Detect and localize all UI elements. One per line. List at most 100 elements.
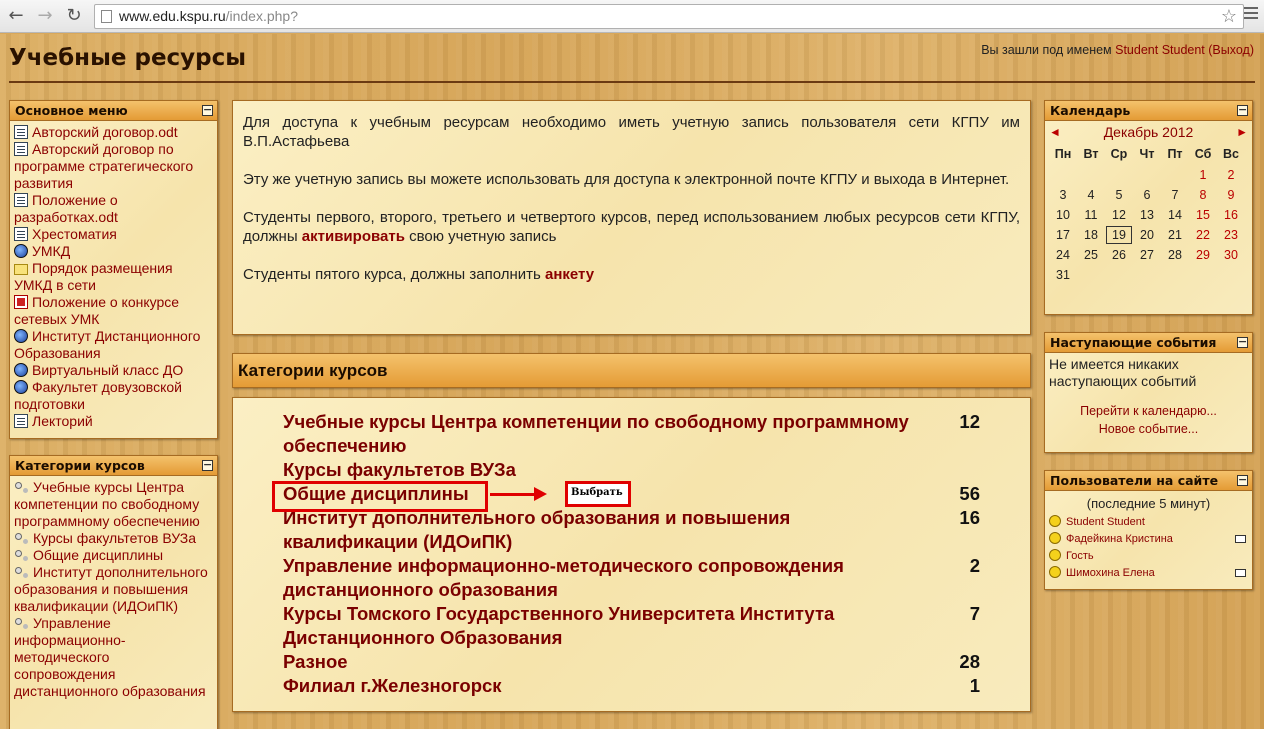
side-category-item[interactable]: Общие дисциплины: [14, 547, 213, 564]
back-arrow-icon[interactable]: ←: [4, 5, 28, 27]
category-link[interactable]: Управление информационно-методического с…: [283, 554, 950, 602]
calendar-month[interactable]: Декабрь 2012: [1104, 124, 1194, 140]
calendar-day[interactable]: 8: [1189, 185, 1217, 205]
calendar-day[interactable]: 15: [1189, 205, 1217, 225]
calendar-day[interactable]: 17: [1049, 225, 1077, 245]
main-menu-item[interactable]: Положение о разработках.odt: [14, 192, 213, 226]
calendar-day[interactable]: 26: [1105, 245, 1133, 265]
goto-calendar-link[interactable]: Перейти к календарю...: [1080, 404, 1217, 418]
category-link[interactable]: Курсы факультетов ВУЗа: [283, 458, 950, 482]
calendar-day[interactable]: 12: [1105, 205, 1133, 225]
message-icon[interactable]: [1235, 569, 1246, 577]
message-icon[interactable]: [1235, 535, 1246, 543]
calendar-day[interactable]: 24: [1049, 245, 1077, 265]
side-category-item[interactable]: Курсы факультетов ВУЗа: [14, 530, 213, 547]
calendar-day[interactable]: 23: [1217, 225, 1245, 245]
user-avatar-icon: [1049, 566, 1061, 578]
calendar-day[interactable]: 20: [1133, 225, 1161, 245]
side-category-item[interactable]: Учебные курсы Центра компетенции по своб…: [14, 479, 213, 530]
main-menu-link[interactable]: Авторский договор.odt: [32, 124, 178, 140]
calendar-day[interactable]: 10: [1049, 205, 1077, 225]
collapse-icon[interactable]: −: [1237, 104, 1248, 116]
category-link[interactable]: Институт дополнительного образования и п…: [283, 506, 950, 554]
logout-link[interactable]: Выход: [1212, 43, 1249, 57]
collapse-icon[interactable]: −: [202, 104, 213, 116]
category-link[interactable]: Учебные курсы Центра компетенции по своб…: [283, 410, 950, 458]
main-menu-item[interactable]: УМКД: [14, 243, 213, 260]
main-menu-link[interactable]: Положение о конкурсе сетевых УМК: [14, 294, 179, 327]
main-menu-link[interactable]: Лекторий: [32, 413, 93, 429]
main-menu-link[interactable]: Порядок размещения УМКД в сети: [14, 260, 173, 293]
calendar-day[interactable]: 19: [1105, 225, 1133, 245]
main-menu-item[interactable]: Положение о конкурсе сетевых УМК: [14, 294, 213, 328]
main-menu-item[interactable]: Порядок размещения УМКД в сети: [14, 260, 213, 294]
address-bar[interactable]: www.edu.kspu.ru/index.php? ☆: [94, 4, 1244, 29]
prev-month-icon[interactable]: ◄: [1049, 121, 1061, 143]
collapse-icon[interactable]: −: [1237, 336, 1248, 348]
side-category-link[interactable]: Учебные курсы Центра компетенции по своб…: [14, 479, 200, 529]
calendar-day[interactable]: 14: [1161, 205, 1189, 225]
main-menu-link[interactable]: Институт Дистанционного Образования: [14, 328, 200, 361]
side-category-item[interactable]: Управление информационно-методического с…: [14, 615, 213, 700]
collapse-icon[interactable]: −: [1237, 474, 1248, 486]
side-category-link[interactable]: Управление информационно-методического с…: [14, 615, 206, 699]
calendar-day[interactable]: 16: [1217, 205, 1245, 225]
side-category-item[interactable]: Институт дополнительного образования и п…: [14, 564, 213, 615]
weekday-header: Сб: [1194, 147, 1212, 161]
calendar-day[interactable]: 3: [1049, 185, 1077, 205]
calendar-day[interactable]: 21: [1161, 225, 1189, 245]
forward-arrow-icon[interactable]: →: [33, 5, 57, 27]
category-link[interactable]: Курсы Томского Государственного Универси…: [283, 602, 950, 650]
survey-link[interactable]: анкету: [545, 266, 594, 283]
calendar-day[interactable]: 11: [1077, 205, 1105, 225]
calendar-day[interactable]: 7: [1161, 185, 1189, 205]
calendar-day[interactable]: 9: [1217, 185, 1245, 205]
main-menu-item[interactable]: Хрестоматия: [14, 226, 213, 243]
main-menu-link[interactable]: Положение о разработках.odt: [14, 192, 118, 225]
activate-link[interactable]: активировать: [302, 228, 405, 245]
side-category-link[interactable]: Курсы факультетов ВУЗа: [33, 530, 196, 546]
bookmark-star-icon[interactable]: ☆: [1221, 5, 1237, 28]
reload-icon[interactable]: ↻: [62, 5, 86, 27]
online-user-item: Шимохина Елена: [1049, 565, 1248, 582]
main-menu-link[interactable]: Хрестоматия: [32, 226, 117, 242]
calendar-day[interactable]: 1: [1189, 165, 1217, 185]
side-category-link[interactable]: Институт дополнительного образования и п…: [14, 564, 208, 614]
next-month-icon[interactable]: ►: [1236, 121, 1248, 143]
calendar-day[interactable]: 31: [1049, 265, 1077, 285]
calendar-day[interactable]: 25: [1077, 245, 1105, 265]
main-menu-item[interactable]: Авторский договор по программе стратегич…: [14, 141, 213, 192]
calendar-day[interactable]: 27: [1133, 245, 1161, 265]
calendar-day[interactable]: 28: [1161, 245, 1189, 265]
online-user-link[interactable]: Student Student: [1066, 516, 1145, 528]
main-menu-link[interactable]: Факультет довузовской подготовки: [14, 379, 182, 412]
calendar-day[interactable]: 5: [1105, 185, 1133, 205]
main-menu-item[interactable]: Авторский договор.odt: [14, 124, 213, 141]
calendar-day[interactable]: 18: [1077, 225, 1105, 245]
main-menu-item[interactable]: Институт Дистанционного Образования: [14, 328, 213, 362]
user-name-link[interactable]: Student Student: [1115, 43, 1205, 57]
collapse-icon[interactable]: −: [202, 459, 213, 471]
main-menu-link[interactable]: Авторский договор по программе стратегич…: [14, 141, 193, 191]
calendar-day[interactable]: 6: [1133, 185, 1161, 205]
category-link[interactable]: Филиал г.Железногорск: [283, 674, 950, 698]
calendar-day[interactable]: 22: [1189, 225, 1217, 245]
online-user-link[interactable]: Шимохина Елена: [1066, 567, 1155, 579]
main-menu-link[interactable]: УМКД: [32, 243, 70, 259]
calendar-day[interactable]: 2: [1217, 165, 1245, 185]
category-link[interactable]: Разное: [283, 650, 950, 674]
calendar-day[interactable]: 30: [1217, 245, 1245, 265]
main-menu-link[interactable]: Виртуальный класс ДО: [32, 362, 183, 378]
online-user-link[interactable]: Гость: [1066, 550, 1094, 562]
calendar-day[interactable]: 29: [1189, 245, 1217, 265]
new-event-link[interactable]: Новое событие...: [1099, 422, 1198, 436]
online-user-link[interactable]: Фадейкина Кристина: [1066, 533, 1173, 545]
calendar-day[interactable]: 4: [1077, 185, 1105, 205]
side-category-link[interactable]: Общие дисциплины: [33, 547, 163, 563]
calendar-day[interactable]: 13: [1133, 205, 1161, 225]
main-menu-item[interactable]: Виртуальный класс ДО: [14, 362, 213, 379]
browser-menu-icon[interactable]: [1244, 7, 1258, 23]
main-menu-item[interactable]: Факультет довузовской подготовки: [14, 379, 213, 413]
main-menu-item[interactable]: Лекторий: [14, 413, 213, 430]
course-categories-heading-bar: Категории курсов: [232, 353, 1031, 388]
